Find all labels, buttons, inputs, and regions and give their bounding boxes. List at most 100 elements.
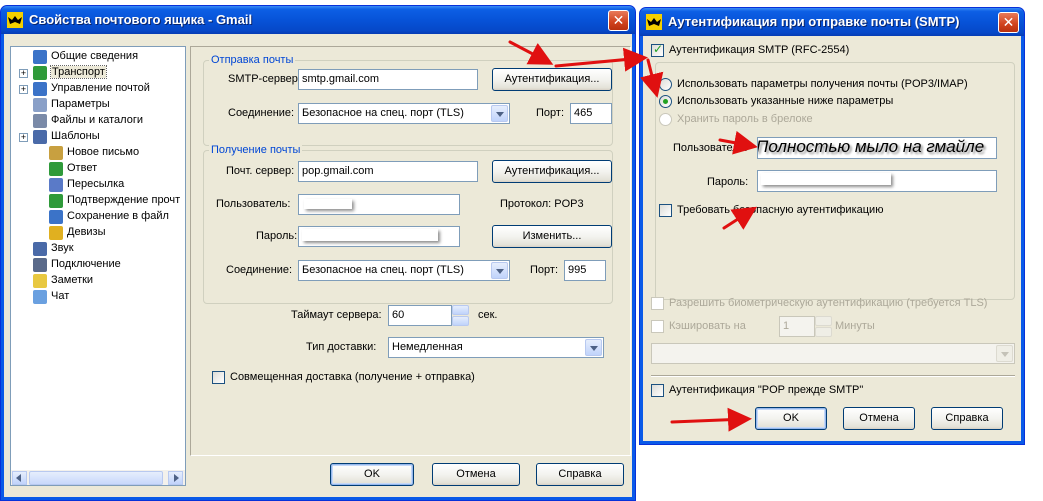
ok-button[interactable]: OK [330, 463, 414, 486]
cache-checkbox[interactable] [651, 320, 664, 333]
tree-item[interactable]: Чат [11, 289, 185, 305]
tree-item-label: Звук [51, 242, 74, 254]
tree-item-label: Параметры [51, 98, 110, 110]
outgoing-group-title: Отправка почты [209, 54, 296, 66]
expand-toggle-icon[interactable]: + [19, 69, 28, 78]
radio-dot [663, 99, 668, 104]
tree-item[interactable]: Подтверждение прочт [11, 193, 185, 209]
smtp-ok-button[interactable]: OK [755, 407, 827, 430]
cache-minutes-input[interactable]: 1 [779, 316, 815, 337]
smtp-cancel-button[interactable]: Отмена [843, 407, 915, 430]
tree-item[interactable]: + Управление почтой [11, 81, 185, 97]
biometric-auth-checkbox[interactable] [651, 297, 664, 310]
secure-auth-checkbox[interactable] [659, 204, 672, 217]
cancel-button[interactable]: Отмена [432, 463, 520, 486]
close-button[interactable]: ✕ [608, 10, 629, 31]
use-below-params-radio[interactable] [659, 95, 672, 108]
tree-item-icon [33, 114, 47, 128]
close-icon: ✕ [1002, 14, 1015, 30]
incoming-connection-select[interactable]: Безопасное на спец. порт (TLS) [298, 260, 510, 281]
smtp-server-input[interactable]: smtp.gmail.com [298, 69, 478, 90]
change-password-button[interactable]: Изменить... [492, 225, 612, 248]
incoming-password-label: Пароль: [256, 230, 298, 242]
close-button[interactable]: ✕ [998, 12, 1019, 33]
outgoing-port-label: Порт: [536, 107, 564, 119]
expand-toggle-icon[interactable]: + [19, 85, 28, 94]
bat-app-icon [646, 14, 662, 30]
smtp-user-input[interactable]: Полностью мыло на гмайле [757, 137, 997, 159]
expand-toggle-icon[interactable]: + [19, 133, 28, 142]
dropdown-button[interactable] [491, 262, 508, 279]
biometric-auth-label: Разрешить биометрическую аутентификацию … [669, 297, 988, 309]
smtp-server-label: SMTP-сервер: [228, 73, 301, 85]
dropdown-button[interactable] [996, 345, 1013, 362]
mail-server-label: Почт. сервер: [226, 165, 295, 177]
tree-item-label: Девизы [67, 226, 106, 238]
timeout-label: Таймаут сервера: [291, 309, 382, 321]
cache-spinner[interactable] [815, 316, 832, 337]
use-receive-params-radio[interactable] [659, 78, 672, 91]
smtp-user-label: Пользователь: [673, 142, 748, 154]
settings-tree[interactable]: Общие сведения + Транспорт + Управление почт… [10, 46, 186, 486]
scroll-left-button[interactable] [12, 471, 27, 485]
tree-item[interactable]: + Транспорт [11, 65, 185, 81]
tree-item[interactable]: Новое письмо [11, 145, 185, 161]
timeout-input[interactable]: 60 [388, 305, 452, 326]
auth-method-select[interactable] [651, 343, 1015, 364]
scroll-right-button[interactable] [168, 471, 183, 485]
dropdown-button[interactable] [491, 105, 508, 122]
outgoing-connection-select[interactable]: Безопасное на спец. порт (TLS) [298, 103, 510, 124]
timeout-unit: сек. [478, 309, 498, 321]
outgoing-auth-button[interactable]: Аутентификация... [492, 68, 612, 91]
scroll-thumb[interactable] [29, 471, 163, 485]
tree-item[interactable]: Девизы [11, 225, 185, 241]
mailbox-properties-client: Общие сведения + Транспорт + Управление почт… [4, 34, 632, 497]
incoming-group-title: Получение почты [209, 144, 303, 156]
combined-delivery-checkbox[interactable] [212, 371, 225, 384]
use-receive-params-label: Использовать параметры получения почты (… [677, 78, 968, 90]
tree-item[interactable]: Пересылка [11, 177, 185, 193]
store-password-radio[interactable] [659, 113, 672, 126]
tree-item-icon [49, 210, 63, 224]
spin-up-button[interactable] [452, 305, 469, 315]
smtp-auth-checkbox[interactable]: ✓ [651, 42, 664, 57]
incoming-auth-button[interactable]: Аутентификация... [492, 160, 612, 183]
help-button[interactable]: Справка [536, 463, 624, 486]
tree-item[interactable]: Файлы и каталоги [11, 113, 185, 129]
smtp-auth-titlebar[interactable]: Аутентификация при отправке почты (SMTP)… [640, 8, 1024, 36]
spin-up-button[interactable] [815, 316, 832, 326]
tree-item[interactable]: Сохранение в файл [11, 209, 185, 225]
tree-hscrollbar[interactable] [11, 470, 185, 485]
tree-item-label: Пересылка [67, 178, 125, 190]
mailbox-properties-window: Свойства почтового ящика - Gmail ✕ Общие… [0, 5, 636, 501]
secure-auth-label: Требовать безопасную аутентификацию [677, 204, 884, 216]
tree-item[interactable]: Ответ [11, 161, 185, 177]
incoming-port-input[interactable]: 995 [564, 260, 606, 281]
spin-down-button[interactable] [452, 316, 469, 326]
tree-item[interactable]: Подключение [11, 257, 185, 273]
mail-server-input[interactable]: pop.gmail.com [298, 161, 478, 182]
tree-item-label: Заметки [51, 274, 94, 286]
tree-item[interactable]: Общие сведения [11, 49, 185, 65]
tree-item[interactable]: Звук [11, 241, 185, 257]
pop-before-smtp-checkbox[interactable] [651, 384, 664, 397]
spin-down-button[interactable] [815, 327, 832, 337]
delivery-type-label: Тип доставки: [306, 341, 377, 353]
timeout-spinner[interactable] [452, 305, 469, 326]
incoming-connection-value: Безопасное на спец. порт (TLS) [302, 264, 464, 276]
mailbox-properties-titlebar[interactable]: Свойства почтового ящика - Gmail ✕ [1, 6, 635, 34]
cache-label: Кэшировать на [669, 320, 746, 332]
cache-unit: Минуты [835, 320, 875, 332]
outgoing-port-input[interactable]: 465 [570, 103, 612, 124]
tree-item[interactable]: Параметры [11, 97, 185, 113]
dropdown-button[interactable] [585, 339, 602, 356]
smtp-help-button[interactable]: Справка [931, 407, 1003, 430]
smtp-auth-client: ✓ Аутентификация SMTP (RFC-2554) Использ… [643, 36, 1021, 441]
tree-item[interactable]: Заметки [11, 273, 185, 289]
tree-item-icon [33, 66, 47, 80]
tree-item-icon [33, 258, 47, 272]
incoming-connection-label: Соединение: [226, 264, 293, 276]
checkmark-icon: ✓ [653, 42, 664, 56]
delivery-type-select[interactable]: Немедленная [388, 337, 604, 358]
tree-item[interactable]: + Шаблоны [11, 129, 185, 145]
